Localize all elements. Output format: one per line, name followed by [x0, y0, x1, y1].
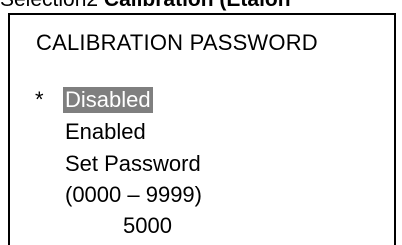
calibration-password-screenshot: Selection2 Calibration (Etalon CALIBRATI…	[0, 0, 402, 245]
caption-prefix: Selection2	[0, 0, 104, 11]
password-value[interactable]: 5000	[123, 213, 172, 239]
password-range-hint: (0000 – 9999)	[65, 182, 202, 207]
option-set-password[interactable]: Set Password	[65, 151, 201, 177]
caption-bold: Calibration (Etalon	[104, 0, 291, 11]
screen-title: CALIBRATION PASSWORD	[36, 30, 318, 55]
page-caption: Selection2 Calibration (Etalon	[0, 0, 291, 12]
option-disabled[interactable]: Disabled	[63, 87, 153, 113]
selected-marker: *	[35, 87, 44, 112]
device-display: CALIBRATION PASSWORD * Disabled Enabled …	[8, 13, 396, 245]
option-enabled[interactable]: Enabled	[65, 119, 146, 145]
